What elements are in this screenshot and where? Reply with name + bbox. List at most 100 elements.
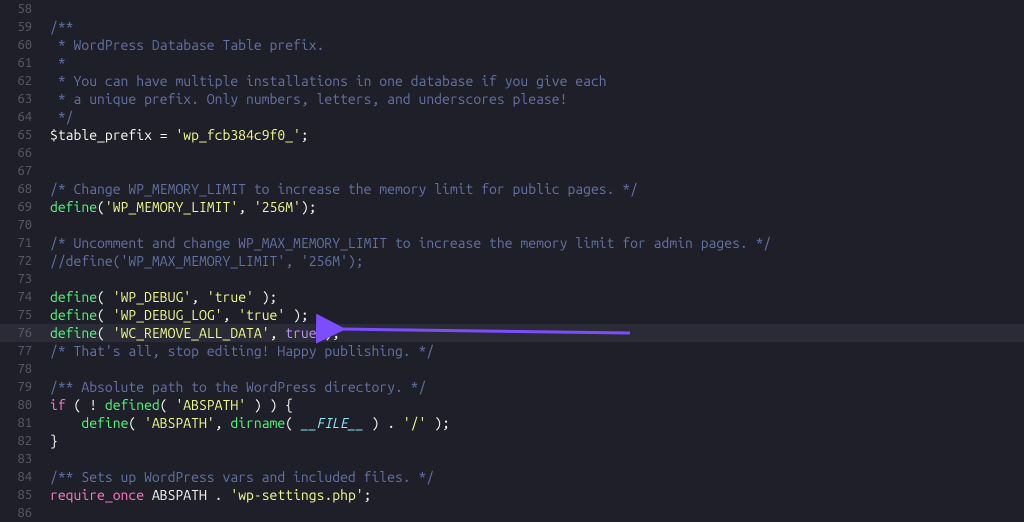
code-line[interactable]: 79/** Absolute path to the WordPress dir… <box>0 378 1024 396</box>
code-line[interactable]: 76define( 'WC_REMOVE_ALL_DATA', true ); <box>0 324 1024 342</box>
line-number: 70 <box>0 216 50 234</box>
code-line[interactable]: 83 <box>0 450 1024 468</box>
code-content[interactable]: /** <box>50 18 1024 36</box>
code-content[interactable]: define( 'WP_DEBUG', 'true' ); <box>50 288 1024 306</box>
code-content[interactable]: //define('WP_MAX_MEMORY_LIMIT', '256M'); <box>50 252 1024 270</box>
token-comment: * WordPress Database Table prefix. <box>50 37 324 53</box>
code-line[interactable]: 82} <box>0 432 1024 450</box>
code-line[interactable]: 71/* Uncomment and change WP_MAX_MEMORY_… <box>0 234 1024 252</box>
code-line[interactable]: 69define('WP_MEMORY_LIMIT', '256M'); <box>0 198 1024 216</box>
code-line[interactable]: 81 define( 'ABSPATH', dirname( __FILE__ … <box>0 414 1024 432</box>
line-number: 60 <box>0 36 50 54</box>
code-content[interactable]: define( 'ABSPATH', dirname( __FILE__ ) .… <box>50 414 1024 432</box>
code-content[interactable]: /* Change WP_MEMORY_LIMIT to increase th… <box>50 180 1024 198</box>
token-punct: , <box>238 199 254 215</box>
line-number: 75 <box>0 306 50 324</box>
code-content[interactable] <box>50 0 1024 18</box>
token-string: 'ABSPATH' <box>144 415 215 431</box>
token-keyword: require_once <box>50 487 144 503</box>
code-content[interactable] <box>50 216 1024 234</box>
line-number: 61 <box>0 54 50 72</box>
code-line[interactable]: 80if ( ! defined( 'ABSPATH' ) ) { <box>0 396 1024 414</box>
code-content[interactable]: /** Absolute path to the WordPress direc… <box>50 378 1024 396</box>
code-line[interactable]: 68/* Change WP_MEMORY_LIMIT to increase … <box>0 180 1024 198</box>
code-line[interactable]: 74define( 'WP_DEBUG', 'true' ); <box>0 288 1024 306</box>
code-content[interactable]: define('WP_MEMORY_LIMIT', '256M'); <box>50 198 1024 216</box>
token-comment: /** Absolute path to the WordPress direc… <box>50 379 426 395</box>
code-content[interactable]: if ( ! defined( 'ABSPATH' ) ) { <box>50 396 1024 414</box>
code-content[interactable]: /** Sets up WordPress vars and included … <box>50 468 1024 486</box>
code-content[interactable] <box>50 504 1024 522</box>
code-content[interactable]: * WordPress Database Table prefix. <box>50 36 1024 54</box>
code-line[interactable]: 72//define('WP_MAX_MEMORY_LIMIT', '256M'… <box>0 252 1024 270</box>
code-line[interactable]: 65$table_prefix = 'wp_fcb384c9f0_'; <box>0 126 1024 144</box>
token-punct <box>144 487 152 503</box>
code-line[interactable]: 86 <box>0 504 1024 522</box>
code-content[interactable] <box>50 162 1024 180</box>
code-line[interactable]: 85require_once ABSPATH . 'wp-settings.ph… <box>0 486 1024 504</box>
token-string: 'wp_fcb384c9f0_' <box>175 127 300 143</box>
code-editor[interactable]: 5859/**60 * WordPress Database Table pre… <box>0 0 1024 521</box>
token-string: 'WP_DEBUG' <box>113 289 191 305</box>
token-punct: ( <box>97 325 113 341</box>
code-content[interactable]: * a unique prefix. Only numbers, letters… <box>50 90 1024 108</box>
token-punct: ; <box>364 487 372 503</box>
token-punct: , <box>270 325 286 341</box>
code-line[interactable]: 70 <box>0 216 1024 234</box>
token-func: defined <box>105 397 160 413</box>
code-line[interactable]: 58 <box>0 0 1024 18</box>
line-number: 82 <box>0 432 50 450</box>
code-line[interactable]: 63 * a unique prefix. Only numbers, lett… <box>0 90 1024 108</box>
code-content[interactable]: /* Uncomment and change WP_MAX_MEMORY_LI… <box>50 234 1024 252</box>
code-line[interactable]: 64 */ <box>0 108 1024 126</box>
line-number: 67 <box>0 162 50 180</box>
line-number: 69 <box>0 198 50 216</box>
code-line[interactable]: 78 <box>0 360 1024 378</box>
token-var: ABSPATH <box>152 487 207 503</box>
code-content[interactable]: * <box>50 54 1024 72</box>
code-content[interactable]: define( 'WP_DEBUG_LOG', 'true' ); <box>50 306 1024 324</box>
token-punct: , <box>215 415 231 431</box>
code-content[interactable]: * You can have multiple installations in… <box>50 72 1024 90</box>
token-comment: */ <box>50 109 74 125</box>
code-content[interactable] <box>50 450 1024 468</box>
code-content[interactable]: /* That's all, stop editing! Happy publi… <box>50 342 1024 360</box>
token-string: 'WC_REMOVE_ALL_DATA' <box>113 325 270 341</box>
code-line[interactable]: 75define( 'WP_DEBUG_LOG', 'true' ); <box>0 306 1024 324</box>
token-punct: , <box>191 289 207 305</box>
line-number: 64 <box>0 108 50 126</box>
line-number: 83 <box>0 450 50 468</box>
token-punct: ( <box>97 307 113 323</box>
code-content[interactable]: } <box>50 432 1024 450</box>
line-number: 79 <box>0 378 50 396</box>
code-content[interactable]: require_once ABSPATH . 'wp-settings.php'… <box>50 486 1024 504</box>
code-content[interactable]: */ <box>50 108 1024 126</box>
code-content[interactable]: define( 'WC_REMOVE_ALL_DATA', true ); <box>50 324 1024 342</box>
code-line[interactable]: 84/** Sets up WordPress vars and include… <box>0 468 1024 486</box>
code-line[interactable]: 73 <box>0 270 1024 288</box>
token-string: 'WP_DEBUG_LOG' <box>113 307 223 323</box>
token-punct: ( <box>97 289 113 305</box>
token-paramkw: __FILE__ <box>301 415 364 431</box>
code-line[interactable]: 66 <box>0 144 1024 162</box>
line-number: 77 <box>0 342 50 360</box>
code-content[interactable] <box>50 144 1024 162</box>
code-content[interactable] <box>50 270 1024 288</box>
code-line[interactable]: 61 * <box>0 54 1024 72</box>
line-number: 63 <box>0 90 50 108</box>
code-line[interactable]: 60 * WordPress Database Table prefix. <box>0 36 1024 54</box>
token-punct: ; <box>301 127 309 143</box>
code-line[interactable]: 62 * You can have multiple installations… <box>0 72 1024 90</box>
line-number: 66 <box>0 144 50 162</box>
token-keyword: if <box>50 397 66 413</box>
code-content[interactable]: $table_prefix = 'wp_fcb384c9f0_'; <box>50 126 1024 144</box>
line-number: 84 <box>0 468 50 486</box>
code-line[interactable]: 77/* That's all, stop editing! Happy pub… <box>0 342 1024 360</box>
code-line[interactable]: 59/** <box>0 18 1024 36</box>
token-comment: //define('WP_MAX_MEMORY_LIMIT', '256M'); <box>50 253 364 269</box>
line-number: 73 <box>0 270 50 288</box>
token-bool: true <box>285 325 316 341</box>
code-line[interactable]: 67 <box>0 162 1024 180</box>
code-content[interactable] <box>50 360 1024 378</box>
token-comment: * a unique prefix. Only numbers, letters… <box>50 91 567 107</box>
